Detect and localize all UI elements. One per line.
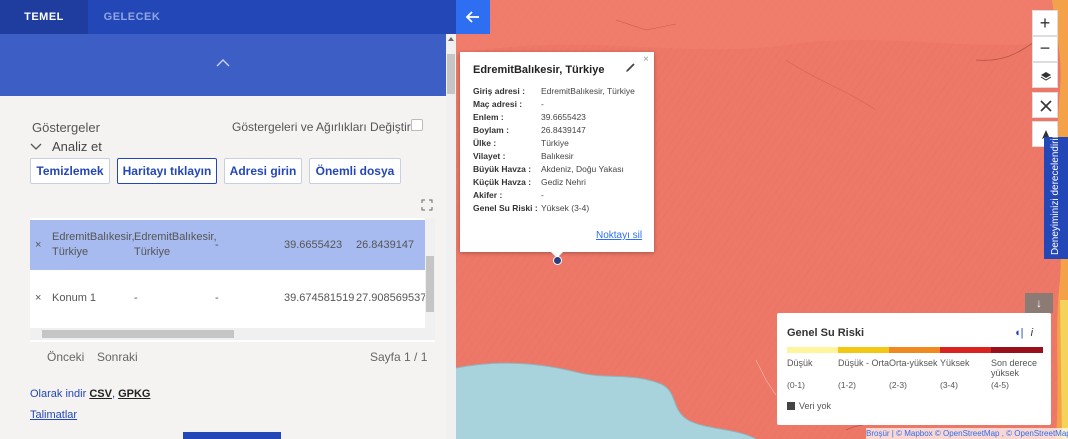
legend-label-extremely-high: Son derece yüksek (991, 358, 1038, 378)
location-popup: EdremitBalıkesir, Türkiye × Giriş adresi… (460, 52, 654, 252)
cell-match-address: - (134, 291, 138, 304)
popup-row-latitude: Enlem :39.6655423 (473, 112, 586, 122)
next-page-button[interactable]: Sonraki (97, 350, 138, 364)
legend-range-extremely-high: (4-5) (991, 380, 1009, 390)
arrow-left-icon (465, 11, 479, 23)
table-row[interactable]: × Konum 1 - - 39.674581519 27.908569537 (30, 273, 427, 323)
cell-extra: - (215, 238, 219, 251)
table-horizontal-scrollbar[interactable] (30, 328, 435, 340)
legend-title: Genel Su Riski (787, 327, 865, 339)
tab-bar: TEMEL GELECEK (0, 0, 456, 34)
table-vertical-scrollbar[interactable] (425, 218, 435, 328)
popup-row-minor-basin: Küçük Havza : Gediz Nehri (473, 177, 586, 187)
previous-page-button[interactable]: Önceki (47, 350, 84, 364)
analyze-toggle[interactable]: Analiz et (30, 139, 102, 154)
submit-button[interactable] (183, 432, 281, 439)
legend-range-medium-high: (2-3) (889, 380, 907, 390)
download-separator: , (111, 388, 115, 400)
legend-swatch-medium-high (889, 347, 940, 353)
collapse-band[interactable] (0, 34, 446, 96)
remove-row-button[interactable]: × (35, 291, 41, 306)
feedback-tab[interactable]: Deneyiminizi derecelendirin (1044, 132, 1068, 259)
no-data-label: Veri yok (799, 401, 832, 411)
legend-swatch-high (940, 347, 991, 353)
pencil-icon[interactable] (625, 62, 636, 76)
legend-controls: ◖| i (1014, 327, 1033, 339)
expand-icon[interactable] (421, 199, 433, 211)
page-indicator: Sayfa 1 / 1 (370, 350, 428, 364)
instructions-link[interactable]: Talimatlar (30, 409, 77, 421)
tab-temel[interactable]: TEMEL (0, 0, 88, 34)
cell-latitude: 39.674581519 (284, 291, 355, 304)
cell-longitude: 26.8439147 (356, 238, 415, 251)
enter-address-button[interactable]: Adresi girin (224, 158, 302, 184)
table-hscroll-thumb[interactable] (42, 330, 234, 338)
legend-swatch-low (787, 347, 838, 353)
download-gpkg-link[interactable]: GPKG (118, 388, 150, 400)
locations-table: × EdremitBalıkesir, Türkiye EdremitBalık… (30, 218, 435, 342)
left-panel: TEMEL GELECEK Göstergeler Göstergeleri v… (0, 0, 456, 439)
legend: Genel Su Riski ◖| i Düşük Düşük - Orta O… (777, 313, 1051, 425)
layers-button[interactable] (1032, 62, 1058, 88)
download-label: Olarak indir (30, 388, 87, 400)
table-vscroll-thumb[interactable] (426, 256, 434, 312)
clear-button[interactable]: Temizlemek (30, 158, 110, 184)
popup-row-match: Maç adresi :- (473, 99, 544, 109)
chevron-down-icon (30, 139, 42, 154)
legend-range-high: (3-4) (940, 380, 958, 390)
location-marker[interactable] (553, 256, 562, 265)
indicators-title: Göstergeler (32, 120, 100, 135)
legend-swatch-extremely-high (991, 347, 1043, 353)
cell-extra: - (215, 291, 219, 304)
download-row: Olarak indir CSV, GPKG (30, 388, 150, 400)
tools-button[interactable] (1032, 92, 1058, 118)
popup-title: EdremitBalıkesir, Türkiye (473, 64, 605, 76)
cell-longitude: 27.908569537 (356, 291, 427, 304)
panel-scrollbar[interactable] (446, 34, 456, 439)
chevron-up-icon[interactable] (216, 58, 230, 72)
download-csv-link[interactable]: CSV (89, 388, 112, 400)
popup-row-aquifer: Akifer :- (473, 190, 544, 200)
table-row[interactable]: × EdremitBalıkesir, Türkiye EdremitBalık… (30, 220, 425, 270)
legend-label-low: Düşük (787, 358, 813, 368)
map-attribution[interactable]: Broşür | © Mapbox © OpenStreetMap , © Op… (866, 428, 1068, 439)
change-indicators-checkbox[interactable] (411, 119, 423, 131)
popup-close-button[interactable]: × (643, 54, 649, 65)
legend-label-low-medium: Düşük - Orta (838, 358, 890, 368)
legend-label-high: Yüksek (940, 358, 970, 368)
click-map-button[interactable]: Haritayı tıklayın (117, 158, 217, 184)
back-button[interactable] (456, 0, 490, 34)
important-file-button[interactable]: Önemli dosya (309, 158, 401, 184)
analyze-label: Analiz et (52, 139, 102, 154)
cell-latitude: 39.6655423 (284, 238, 343, 251)
popup-row-water-risk: Genel Su Riski : Yüksek (3-4) (473, 203, 590, 213)
info-icon[interactable]: i (1031, 327, 1033, 339)
cell-match-address: EdremitBalıkesir, Türkiye (134, 231, 217, 258)
popup-row-province: Vilayet : Balıkesir (473, 151, 574, 161)
popup-row-input: Giriş adresi : EdremitBalıkesir, Türkiye (473, 86, 635, 96)
tab-gelecek[interactable]: GELECEK (88, 0, 176, 34)
cell-input-address: Konum 1 (52, 291, 97, 304)
remove-row-button[interactable]: × (35, 238, 41, 253)
opacity-icon[interactable]: ◖| (1014, 327, 1024, 339)
legend-swatch-low-medium (838, 347, 889, 353)
popup-row-major-basin: Büyük Havza : Akdeniz, Doğu Yakası (473, 164, 624, 174)
legend-range-low: (0-1) (787, 380, 805, 390)
layers-icon (1040, 72, 1052, 81)
panel-scroll-thumb[interactable] (447, 54, 455, 94)
legend-label-medium-high: Orta-yüksek (889, 358, 938, 368)
cell-input-address: EdremitBalıkesir, Türkiye (52, 231, 135, 258)
change-indicators-label[interactable]: Göstergeleri ve Ağırlıkları Değiştirin (232, 120, 420, 134)
no-data-swatch (787, 402, 795, 410)
zoom-in-button[interactable]: + (1032, 10, 1058, 36)
feedback-tab-label: Deneyiminizi derecelendirin (1050, 132, 1061, 255)
tools-icon (1040, 100, 1052, 112)
popup-row-longitude: Boylam :26.8439147 (473, 125, 586, 135)
delete-point-link[interactable]: Noktayı sil (596, 230, 642, 241)
legend-range-low-medium: (1-2) (838, 380, 856, 390)
scroll-down-button[interactable]: ↓ (1025, 293, 1053, 313)
zoom-out-button[interactable]: − (1032, 36, 1058, 62)
popup-row-country: Ülke : Türkiye (473, 138, 569, 148)
scroll-up-arrow-icon[interactable] (448, 37, 454, 41)
